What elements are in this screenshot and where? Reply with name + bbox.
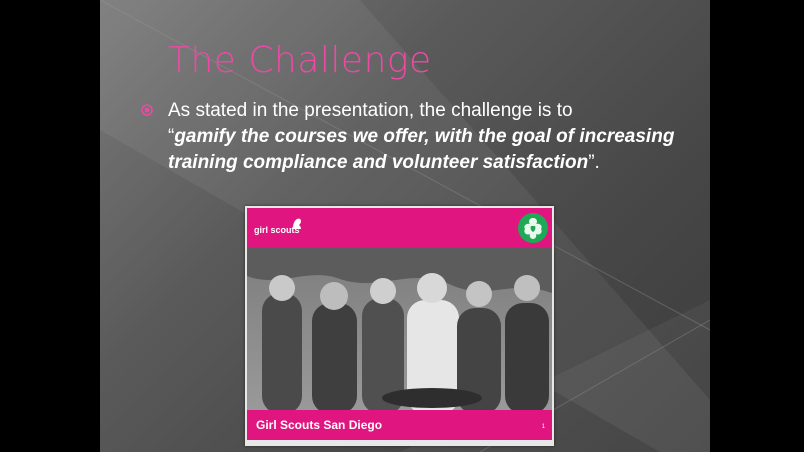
bullet-circle-icon bbox=[141, 104, 153, 116]
trefoil-logo-icon bbox=[518, 213, 548, 243]
historic-group-photo bbox=[247, 248, 552, 414]
image-card: girl scouts Girl Scouts San Diego 1 bbox=[245, 206, 554, 446]
bullet-text-plain: As stated in the presentation, the chall… bbox=[168, 100, 573, 121]
card-header: girl scouts bbox=[247, 208, 552, 248]
card-footer: Girl Scouts San Diego 1 bbox=[247, 410, 552, 440]
card-page-number: 1 bbox=[541, 424, 545, 430]
bullet-paragraph: As stated in the presentation, the chall… bbox=[168, 98, 698, 176]
card-caption: Girl Scouts San Diego bbox=[256, 418, 383, 432]
girl-scouts-profile-icon bbox=[293, 218, 301, 229]
quote-close: ”. bbox=[588, 152, 600, 173]
slide: The Challenge As stated in the presentat… bbox=[100, 0, 710, 452]
slide-title: The Challenge bbox=[168, 40, 432, 81]
